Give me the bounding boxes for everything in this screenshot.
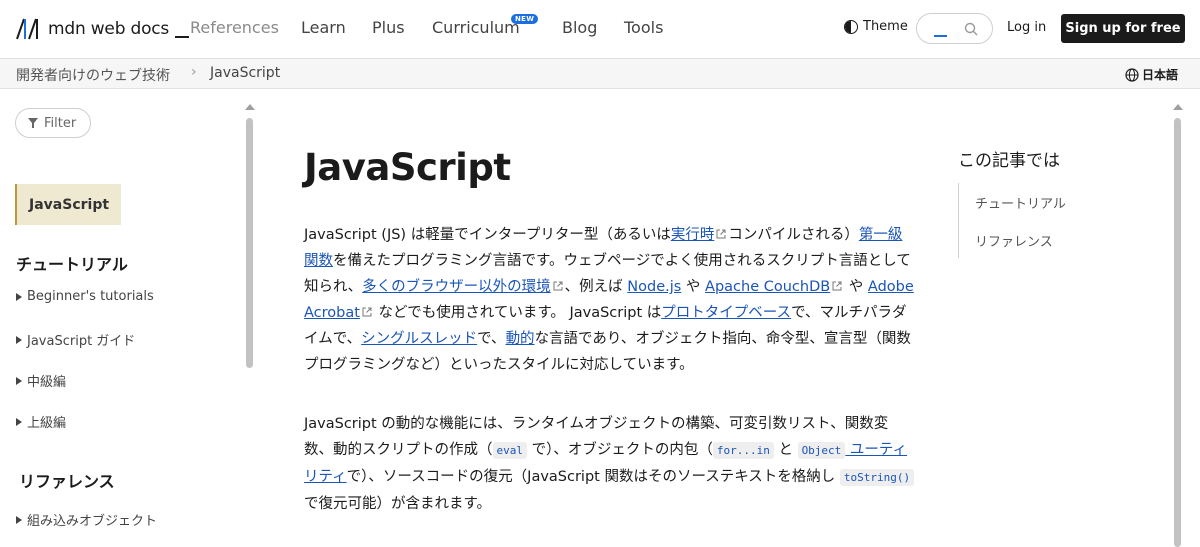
expand-triangle-icon xyxy=(16,417,22,426)
page-title: JavaScript xyxy=(304,146,511,189)
theme-icon xyxy=(844,19,858,34)
nav-learn[interactable]: Learn xyxy=(301,18,346,37)
sidebar-scroll-up-icon[interactable] xyxy=(245,104,255,110)
sidebar-item-label: 中級編 xyxy=(27,375,67,390)
sidebar-scrollbar[interactable] xyxy=(246,118,253,368)
expand-triangle-icon xyxy=(16,292,22,301)
theme-switcher[interactable]: Theme xyxy=(844,19,908,34)
mdn-logo-icon xyxy=(16,18,38,40)
top-header: mdn web docs References Learn Plus Curri… xyxy=(0,0,1200,58)
sidebar-item-label: 上級編 xyxy=(27,416,67,431)
new-badge: NEW xyxy=(511,14,539,24)
text: で）、ソースコードの復元（JavaScript 関数はそのソーステキストを格納し xyxy=(346,469,840,485)
signup-button[interactable]: Sign up for free xyxy=(1061,14,1185,43)
breadcrumb-current[interactable]: JavaScript xyxy=(210,65,280,81)
text: 、例えば xyxy=(564,279,628,295)
mdn-logo[interactable]: mdn web docs xyxy=(14,16,190,42)
text: や xyxy=(681,279,706,295)
filter-icon xyxy=(28,118,38,128)
nav-curriculum[interactable]: Curriculum xyxy=(432,18,520,37)
external-link-icon xyxy=(832,281,842,291)
toc-rail xyxy=(958,183,959,258)
search-input[interactable] xyxy=(916,13,993,44)
toc-title: この記事では xyxy=(958,151,1060,171)
code-object[interactable]: Object xyxy=(797,442,846,459)
sidebar-item-label: 組み込みオブジェクト xyxy=(27,514,158,529)
code-for-in[interactable]: for...in xyxy=(712,442,774,459)
breadcrumb-separator-icon: › xyxy=(191,64,197,80)
text: コンパイルされる） xyxy=(728,227,859,243)
language-switcher[interactable]: 日本語 xyxy=(1125,66,1178,83)
expand-triangle-icon xyxy=(16,515,22,524)
link-prototype-based[interactable]: プロトタイプベース xyxy=(661,305,791,321)
sidebar-item-advanced[interactable]: 上級編 xyxy=(16,412,66,431)
breadcrumb-bar: 開発者向けのウェブ技術 › JavaScript 日本語 xyxy=(0,58,1200,89)
expand-triangle-icon xyxy=(16,376,22,385)
sidebar-item-guide[interactable]: JavaScript ガイド xyxy=(16,330,135,349)
text: JavaScript (JS) は軽量でインタープリター型（あるいは xyxy=(304,227,671,243)
sidebar-heading-reference[interactable]: リファレンス xyxy=(19,468,115,492)
text: で、 xyxy=(477,331,506,347)
search-icon[interactable] xyxy=(964,22,978,36)
expand-triangle-icon xyxy=(16,335,22,344)
sidebar-filter-input[interactable]: Filter xyxy=(15,108,91,138)
external-link-icon xyxy=(553,281,563,291)
nav-tools[interactable]: Tools xyxy=(624,18,663,37)
sidebar-item-builtin-objects[interactable]: 組み込みオブジェクト xyxy=(16,510,157,529)
sidebar-item-beginners[interactable]: Beginner's tutorials xyxy=(16,289,154,304)
link-single-threaded[interactable]: シングルスレッド xyxy=(361,331,477,347)
text: で復元可能）が含まれます。 xyxy=(304,496,492,512)
logo-text: mdn web docs xyxy=(48,19,170,39)
filter-label: Filter xyxy=(44,115,77,131)
toc-item-reference[interactable]: リファレンス xyxy=(975,231,1053,250)
link-dynamic[interactable]: 動的 xyxy=(506,331,535,347)
sidebar-item-intermediate[interactable]: 中級編 xyxy=(16,371,66,390)
toc-item-tutorial[interactable]: チュートリアル xyxy=(975,193,1066,212)
login-link[interactable]: Log in xyxy=(1007,20,1046,35)
sidebar-heading-tutorial[interactable]: チュートリアル xyxy=(16,251,128,275)
nav-blog[interactable]: Blog xyxy=(562,18,597,37)
main-scroll-up-icon[interactable] xyxy=(1173,104,1183,110)
code-tostring[interactable]: toString() xyxy=(839,469,915,486)
globe-icon xyxy=(1125,67,1139,82)
intro-paragraph: JavaScript (JS) は軽量でインタープリター型（あるいは実行時 コンパ… xyxy=(304,222,916,378)
link-runtime[interactable]: 実行時 xyxy=(671,227,715,243)
sidebar-item-label: Beginner's tutorials xyxy=(27,289,154,304)
search-cursor xyxy=(934,35,947,37)
code-eval[interactable]: eval xyxy=(492,442,527,459)
text: で）、オブジェクトの内包（ xyxy=(527,442,713,458)
nav-references[interactable]: References xyxy=(190,18,279,37)
logo-underscore xyxy=(175,36,190,38)
main-scrollbar[interactable] xyxy=(1174,118,1181,547)
sidebar-item-javascript[interactable]: JavaScript xyxy=(15,184,121,225)
text: と xyxy=(773,442,798,458)
sidebar-item-label: JavaScript ガイド xyxy=(27,334,136,349)
breadcrumb-parent[interactable]: 開発者向けのウェブ技術 xyxy=(16,65,170,85)
text: や xyxy=(844,279,868,295)
language-label: 日本語 xyxy=(1142,68,1179,82)
nav-plus[interactable]: Plus xyxy=(372,18,405,37)
external-link-icon xyxy=(362,307,372,317)
link-non-browser-environments[interactable]: 多くのブラウザー以外の環境 xyxy=(362,279,551,295)
features-paragraph: JavaScript の動的な機能には、ランタイムオブジェクトの構築、可変引数リ… xyxy=(304,411,916,517)
text: などでも使用されています。 JavaScript は xyxy=(373,305,662,321)
link-couchdb[interactable]: Apache CouchDB xyxy=(705,279,830,295)
external-link-icon xyxy=(716,229,726,239)
link-nodejs[interactable]: Node.js xyxy=(627,279,681,295)
theme-label: Theme xyxy=(863,19,908,34)
